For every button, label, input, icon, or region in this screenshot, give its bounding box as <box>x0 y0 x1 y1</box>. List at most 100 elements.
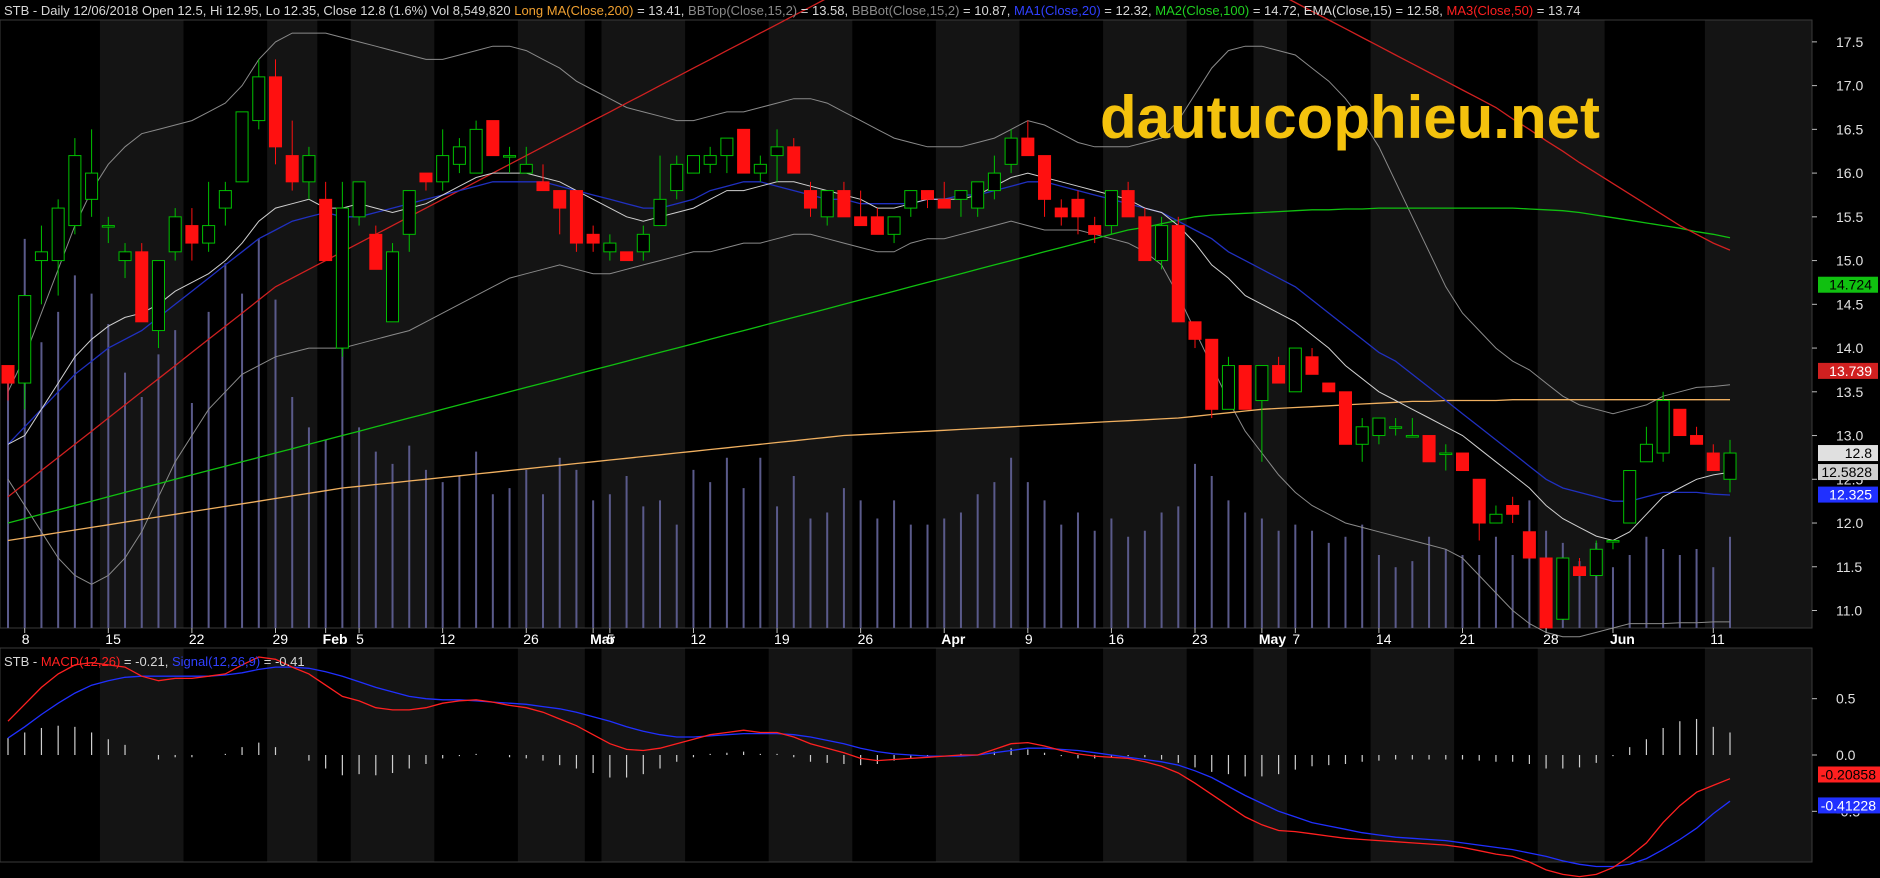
last-value-tag-text: 12.5828 <box>1821 464 1872 480</box>
candle-up <box>703 155 717 165</box>
price-tick-label: 12.0 <box>1836 515 1863 531</box>
price-segment: = 13.58, <box>797 3 852 18</box>
date-label: 9 <box>1025 631 1033 647</box>
macd-segment: STB - <box>4 654 41 669</box>
date-label: Apr <box>941 631 966 647</box>
price-tick-label: 17.5 <box>1836 34 1863 50</box>
candle-down <box>1205 338 1219 410</box>
background-band <box>1704 648 1812 862</box>
candle-up <box>101 225 115 228</box>
candle-down <box>1539 557 1553 629</box>
last-value-tag-text: 13.739 <box>1829 363 1872 379</box>
date-label: 16 <box>1108 631 1124 647</box>
background-band <box>517 20 585 628</box>
last-value-tag-text: 12.325 <box>1829 487 1872 503</box>
candle-up <box>686 155 700 174</box>
date-label: 23 <box>1192 631 1208 647</box>
candle-up <box>218 190 232 209</box>
candle-up <box>753 163 767 174</box>
candle-up <box>68 155 82 227</box>
candle-up <box>302 155 316 183</box>
price-segment: = 13.74 <box>1533 3 1580 18</box>
date-label: May <box>1259 631 1286 647</box>
candle-up <box>670 163 684 192</box>
date-label: 14 <box>1376 631 1392 647</box>
price-tick-label: 15.0 <box>1836 253 1863 269</box>
price-header: STB - Daily 12/06/2018 Open 12.5, Hi 12.… <box>4 3 1581 18</box>
candle-up <box>386 251 400 323</box>
candle-up <box>1288 347 1302 393</box>
date-label: 5 <box>356 631 364 647</box>
candle-down <box>1506 505 1520 515</box>
price-tick-label: 17.0 <box>1836 78 1863 94</box>
candle-up <box>335 207 349 349</box>
candle-down <box>1238 365 1252 410</box>
candle-up <box>1589 548 1603 577</box>
candle-up <box>770 146 784 157</box>
date-label: 11 <box>1710 631 1725 647</box>
candle-up <box>904 190 918 209</box>
candle-up <box>653 198 667 227</box>
price-segment: BBBot(Close,15,2) <box>852 3 960 18</box>
date-label: 22 <box>189 631 205 647</box>
candle-down <box>1673 408 1687 437</box>
candle-down <box>1088 225 1102 235</box>
candle-up <box>971 181 985 209</box>
candle-down <box>1690 435 1704 445</box>
candle-up <box>168 216 182 253</box>
candle-up <box>1155 225 1169 262</box>
price-segment: = 14.72, EMA(Close,15) = 12.58, <box>1249 3 1446 18</box>
price-tick-label: 11.5 <box>1836 559 1862 575</box>
price-tick-label: 14.0 <box>1836 340 1863 356</box>
price-tick-label: 13.5 <box>1836 384 1863 400</box>
candle-down <box>369 233 383 270</box>
date-label: 12 <box>440 631 456 647</box>
candle-down <box>937 198 951 209</box>
background-band <box>1704 20 1812 628</box>
candle-down <box>1171 225 1185 323</box>
macd-header: STB - MACD(12,26) = -0.21, Signal(12,26,… <box>4 654 305 669</box>
candle-up <box>603 242 617 253</box>
date-label: 28 <box>1543 631 1559 647</box>
price-segment: MA1(Close,20) <box>1014 3 1101 18</box>
macd-panel: 0.50.0-0.5-0.20858-0.41228 <box>0 647 1880 878</box>
candle-up <box>1104 190 1118 227</box>
date-label: 29 <box>272 631 288 647</box>
candle-down <box>486 120 500 157</box>
price-segment: MA2(Close,100) <box>1155 3 1249 18</box>
candle-up <box>1355 426 1369 445</box>
candle-down <box>870 216 884 235</box>
candle-up <box>235 111 249 183</box>
candle-down <box>854 216 868 227</box>
background-band <box>1537 648 1605 862</box>
last-value-tag-text: 12.8 <box>1845 445 1872 461</box>
candle-down <box>586 233 600 244</box>
price-segment: = 10.87, <box>959 3 1014 18</box>
candle-down <box>536 181 550 192</box>
candle-up <box>1639 443 1653 463</box>
candle-up <box>252 76 266 122</box>
candle-up <box>954 190 968 200</box>
macd-segment: = -0.41 <box>260 654 304 669</box>
date-label: 5 <box>607 631 615 647</box>
background-band <box>517 648 585 862</box>
candle-down <box>1573 566 1587 577</box>
candle-up <box>118 251 132 262</box>
price-segment: BBTop(Close,15,2) <box>688 3 797 18</box>
candle-down <box>135 251 149 323</box>
macd-tick-label: 0.5 <box>1836 691 1856 707</box>
candle-down <box>737 128 751 174</box>
candle-down <box>620 251 634 262</box>
candle-up <box>1405 435 1419 438</box>
candle-up <box>18 295 32 384</box>
date-label: 15 <box>105 631 121 647</box>
candle-down <box>1138 216 1152 262</box>
background-band <box>1253 648 1287 862</box>
candle-up <box>1556 557 1570 620</box>
macd-segment: MACD(12,26) <box>41 654 120 669</box>
stock-chart: 11.011.512.012.513.013.514.014.515.015.5… <box>0 0 1880 878</box>
candle-up <box>636 233 650 253</box>
price-segment: MA3(Close,50) <box>1446 3 1533 18</box>
candle-down <box>1455 452 1470 472</box>
price-tick-label: 13.0 <box>1836 428 1863 444</box>
